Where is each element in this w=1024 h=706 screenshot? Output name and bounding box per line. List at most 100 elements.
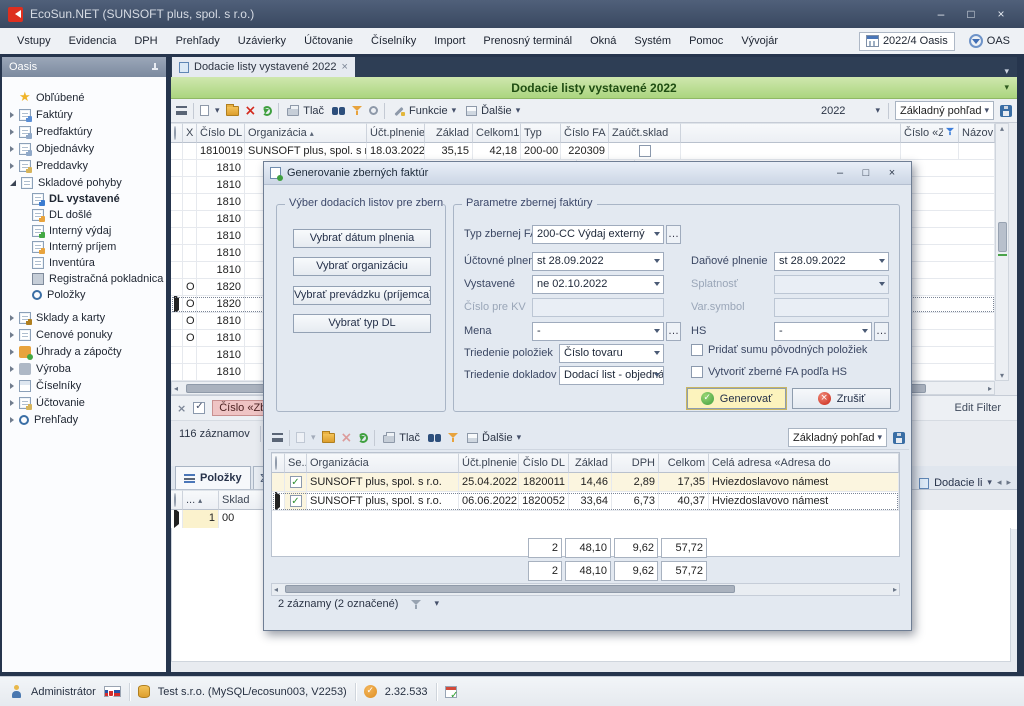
sidebar-item-objednavky[interactable]: Objednávky — [2, 140, 166, 157]
checkbox-unchecked[interactable] — [639, 145, 651, 157]
expand-icon[interactable] — [10, 112, 14, 118]
mena-combo[interactable]: - — [532, 322, 664, 341]
select-dl-type-button[interactable]: Vybrať typ DL — [293, 314, 431, 333]
column-header-x[interactable]: X — [183, 123, 197, 143]
sidebar-item-uhrady-a-zapocty[interactable]: Úhrady a zápočty — [2, 343, 166, 360]
sidebar-item-interny-prijem[interactable]: Interný príjem — [2, 239, 166, 255]
sidebar-item-uctovanie[interactable]: Účtovanie — [2, 394, 166, 411]
view-selector[interactable]: Základný pohľad▾ — [895, 101, 994, 120]
dialog-close-button[interactable]: × — [879, 165, 905, 182]
table-row[interactable]: ✓ SUNSOFT plus, spol. s r.o. 25.04.2022 … — [272, 473, 899, 492]
checkbox-checked[interactable]: ✓ — [290, 495, 302, 507]
filter-icon[interactable] — [447, 432, 459, 443]
sidebar-item-predfaktury[interactable]: Predfaktúry — [2, 123, 166, 140]
new-document-icon[interactable] — [200, 105, 209, 116]
scrollbar-thumb[interactable] — [998, 222, 1007, 252]
sidebar-item-vyroba[interactable]: Výroba — [2, 360, 166, 377]
horizontal-scrollbar[interactable]: ◂ ▸ — [271, 583, 900, 596]
active-filter-icon[interactable] — [946, 127, 954, 136]
sidebar-item-skladove-pohyby[interactable]: Skladové pohyby — [2, 174, 166, 191]
vytvorit-podla-hs-checkbox[interactable]: Vytvoriť zberné FA podľa HS — [691, 366, 847, 378]
menu-item-prehlady[interactable]: Prehľady — [167, 28, 229, 54]
column-header-nazov[interactable]: Názov — [959, 123, 995, 143]
dialog-minimize-button[interactable]: – — [827, 165, 853, 182]
refresh-icon[interactable] — [262, 106, 272, 116]
window-maximize-button[interactable]: □ — [956, 4, 986, 24]
more-button[interactable]: Ďalšie▾ — [464, 105, 522, 117]
expand-icon[interactable] — [10, 366, 14, 372]
print-button[interactable]: Tlač — [285, 105, 326, 117]
scroll-right-icon[interactable]: ▸ — [988, 384, 992, 393]
grid-settings-column[interactable] — [171, 123, 183, 143]
triedenie-poloziek-combo[interactable]: Číslo tovaru — [559, 344, 664, 363]
vystavene-combo[interactable]: ne 02.10.2022 — [532, 275, 664, 294]
menu-item-dph[interactable]: DPH — [125, 28, 166, 54]
filter-icon[interactable] — [410, 599, 422, 610]
column-header-selected[interactable]: Se... — [285, 453, 307, 473]
year-selector[interactable]: 2022▾ — [819, 105, 882, 117]
hs-browse-button[interactable]: … — [874, 322, 889, 341]
column-header-zaklad[interactable]: Základ — [569, 453, 612, 473]
table-row[interactable]: 1810019 SUNSOFT plus, spol. s r.o. 18.03… — [171, 143, 995, 160]
danove-plnenie-combo[interactable]: st 28.09.2022 — [774, 252, 889, 271]
delete-icon[interactable]: × — [245, 105, 257, 117]
column-header-cislo-dl[interactable]: Číslo DL — [519, 453, 569, 473]
more-button[interactable]: Ďalšie▾ — [465, 432, 523, 444]
column-header-celkom1[interactable]: Celkom1 — [473, 123, 521, 143]
dialog-maximize-button[interactable]: □ — [853, 165, 879, 182]
pin-icon[interactable] — [151, 63, 159, 72]
sidebar-item-inventura[interactable]: Inventúra — [2, 255, 166, 271]
scrollbar-thumb[interactable] — [285, 585, 735, 593]
scroll-left-icon[interactable]: ◂ — [174, 384, 178, 393]
grid-settings-column[interactable] — [272, 453, 285, 473]
tab-dodacie-listy-detail[interactable]: Dodacie li ▾ ◂ ▸ — [919, 477, 1017, 489]
expand-icon[interactable] — [10, 349, 14, 355]
sidebar-item-preddavky[interactable]: Preddavky — [2, 157, 166, 174]
column-header-cislo-fa[interactable]: Číslo FA — [561, 123, 609, 143]
column-header-zauct-sklad[interactable]: Zaúčt.sklad — [609, 123, 681, 143]
sidebar-item-cenove-ponuky[interactable]: Cenové ponuky — [2, 326, 166, 343]
save-view-icon[interactable] — [893, 432, 905, 444]
refresh-icon[interactable] — [358, 433, 368, 443]
select-branch-button[interactable]: Vybrať prevádzku (príjemca) — [293, 286, 431, 305]
tab-close-icon[interactable]: × — [341, 61, 347, 73]
hs-combo[interactable]: - — [774, 322, 872, 341]
menu-item-prenosny-terminal[interactable]: Prenosný terminál — [474, 28, 581, 54]
save-view-icon[interactable] — [1000, 105, 1012, 117]
open-folder-icon[interactable] — [226, 106, 239, 116]
sidebar-item-dl-dosle[interactable]: DL došlé — [2, 207, 166, 223]
generate-button[interactable]: ✓Generovať — [687, 388, 786, 409]
edit-filter-link[interactable]: Edit Filter — [955, 402, 1011, 414]
menu-item-okna[interactable]: Okná — [581, 28, 625, 54]
column-header-uct-plnenie[interactable]: Účt.plnenie — [459, 453, 519, 473]
scroll-down-icon[interactable]: ▾ — [1000, 371, 1004, 380]
functions-button[interactable]: Funkcie▾ — [391, 105, 458, 117]
period-selector[interactable]: 2022/4 Oasis — [859, 32, 955, 51]
expand-icon[interactable] — [10, 129, 14, 135]
column-header-empty[interactable] — [681, 123, 901, 143]
column-header-cislo-zb[interactable]: Číslo «Zb... — [901, 123, 959, 143]
search-icon[interactable] — [332, 107, 345, 115]
sidebar-item-registracna-pokladnica[interactable]: Registračná pokladnica — [2, 271, 166, 287]
menu-item-vstupy[interactable]: Vstupy — [8, 28, 60, 54]
scroll-up-icon[interactable]: ▴ — [1000, 124, 1004, 133]
menu-item-ciselniky[interactable]: Číselníky — [362, 28, 425, 54]
typ-zbernej-fa-combo[interactable]: 200-CC Výdaj externý — [532, 225, 664, 244]
select-organization-button[interactable]: Vybrať organizáciu — [293, 257, 431, 276]
menu-item-vyvojar[interactable]: Vývojár — [732, 28, 787, 54]
remove-filter-icon[interactable]: × — [177, 402, 186, 415]
prev-icon[interactable]: ◂ — [997, 478, 1002, 488]
filter-enabled-checkbox[interactable]: ✓ — [193, 402, 205, 414]
menu-item-import[interactable]: Import — [425, 28, 474, 54]
pridat-sumu-checkbox[interactable]: Pridať sumu pôvodných položiek — [691, 344, 867, 356]
menu-item-uzavierky[interactable]: Uzávierky — [229, 28, 295, 54]
column-header-uct-plnenie[interactable]: Účt.plnenie▴ — [367, 123, 425, 143]
tabstrip-dropdown-icon[interactable]: ▾ — [1004, 67, 1009, 77]
expand-icon[interactable] — [10, 332, 14, 338]
column-header-adresa[interactable]: Celá adresa «Adresa do — [709, 453, 899, 473]
next-icon[interactable]: ▸ — [1006, 478, 1011, 488]
menu-item-evidencia[interactable]: Evidencia — [60, 28, 126, 54]
scroll-right-icon[interactable]: ▸ — [893, 585, 897, 594]
vertical-scrollbar[interactable]: ▴ ▾ — [995, 123, 1009, 381]
sidebar-item-faktury[interactable]: Faktúry — [2, 106, 166, 123]
